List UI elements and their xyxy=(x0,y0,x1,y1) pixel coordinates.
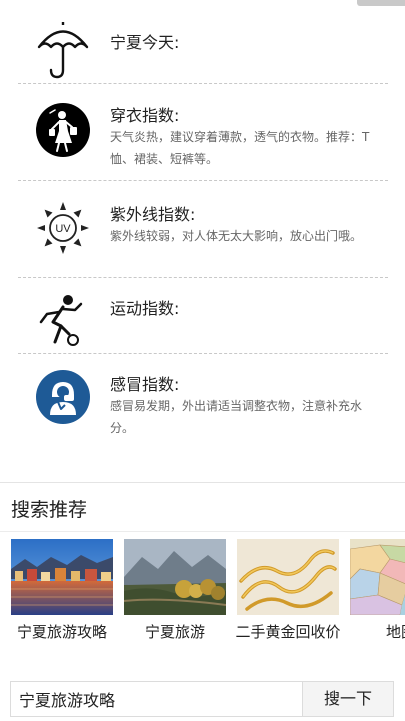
index-item-today: 宁夏今天: xyxy=(18,8,388,84)
search-bar: 搜一下 xyxy=(10,681,394,717)
section-divider xyxy=(0,531,405,532)
recommend-strip[interactable]: 宁夏旅游攻略 宁夏旅游 二手黄金回收价 地 xyxy=(0,537,405,673)
search-recommend-section: 搜索推荐 宁夏旅游攻略 宁夏旅游 二手黄金回收价 地 宁夏旅游攻略 搜一下 xyxy=(0,482,405,721)
index-desc: 天气炎热，建议穿着薄款，透气的衣物。推荐：T恤、裙装、短裤等。 xyxy=(110,130,370,166)
index-title: 穿衣指数: xyxy=(110,106,180,125)
search-button[interactable]: 搜一下 xyxy=(302,681,394,717)
index-desc: 紫外线较弱，对人体无太大影响，放心出门哦。 xyxy=(110,229,363,243)
index-desc: 感冒易发期，外出请适当调整衣物，注意补充水分。 xyxy=(110,399,363,435)
umbrella-icon xyxy=(34,22,92,80)
card-thumbnail[interactable] xyxy=(124,539,226,615)
life-index-list: 宁夏今天: 穿衣指数: 天气炎热，建议穿着薄款，透气的衣物。推荐：T恤、裙装、短… xyxy=(18,8,388,459)
card-label[interactable]: 宁夏旅游 xyxy=(118,623,232,641)
card-label[interactable]: 二手黄金回收价 xyxy=(231,623,345,641)
index-item-cold: 感冒指数: 感冒易发期，外出请适当调整衣物，注意补充水分。 xyxy=(18,354,388,459)
uv-sun-icon: UV xyxy=(34,199,92,257)
sport-icon xyxy=(34,291,92,349)
card-label[interactable]: 地图 xyxy=(344,623,405,641)
section-heading: 搜索推荐 xyxy=(11,499,88,521)
index-title: 紫外线指数: xyxy=(110,205,196,224)
search-input[interactable] xyxy=(10,681,302,717)
card-thumbnail[interactable] xyxy=(237,539,339,615)
uv-icon-label: UV xyxy=(55,223,71,235)
card-label[interactable]: 宁夏旅游攻略 xyxy=(5,623,119,641)
index-item-dress: 穿衣指数: 天气炎热，建议穿着薄款，透气的衣物。推荐：T恤、裙装、短裤等。 xyxy=(18,84,388,181)
index-title: 运动指数: xyxy=(110,299,180,318)
card-thumbnail[interactable] xyxy=(11,539,113,615)
cold-icon xyxy=(34,368,92,426)
top-corner-badge xyxy=(357,0,405,6)
index-title: 宁夏今天: xyxy=(110,33,180,52)
card-thumbnail[interactable] xyxy=(350,539,405,615)
index-title: 感冒指数: xyxy=(110,375,180,394)
dress-icon xyxy=(34,101,92,159)
index-item-sport: 运动指数: xyxy=(18,278,388,354)
index-item-uv: UV 紫外线指数: 紫外线较弱，对人体无太大影响，放心出门哦。 xyxy=(18,181,388,278)
